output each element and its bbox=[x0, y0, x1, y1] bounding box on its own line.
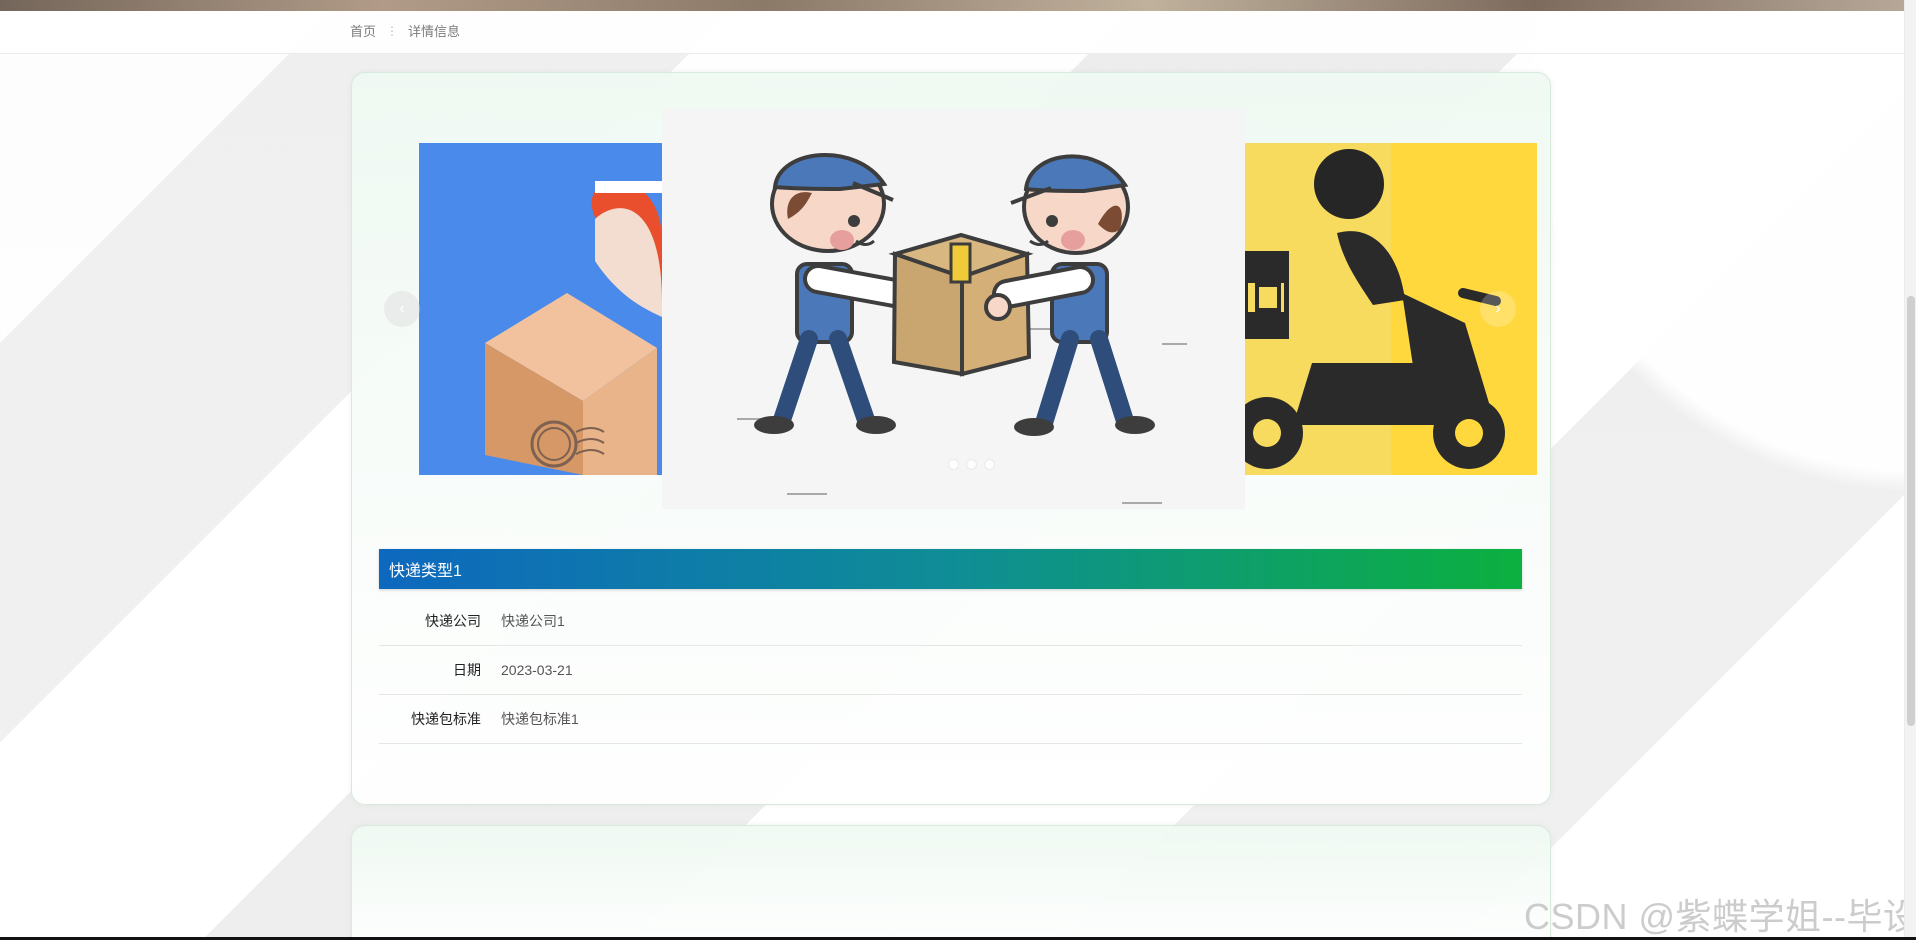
top-banner-strip bbox=[0, 0, 1916, 11]
carousel-dot-1[interactable] bbox=[948, 459, 959, 470]
carousel-slide-left[interactable] bbox=[419, 143, 662, 475]
carousel-slide-center[interactable] bbox=[662, 109, 1245, 509]
detail-title-bar: 快递类型1 bbox=[379, 549, 1522, 589]
company-label: 快递公司 bbox=[425, 613, 481, 629]
carousel-dot-2[interactable] bbox=[966, 459, 977, 470]
breadcrumb-current: 详情信息 bbox=[408, 24, 461, 39]
page-scrollbar[interactable] bbox=[1904, 0, 1916, 940]
delivery-box-illustration bbox=[419, 143, 662, 475]
carousel-indicators bbox=[948, 459, 995, 470]
breadcrumb-home-link[interactable]: 首页 bbox=[350, 21, 376, 40]
breadcrumb: 首页 ⋮ 详情信息 bbox=[350, 21, 460, 40]
carousel-prev-button[interactable]: ‹ bbox=[384, 291, 420, 327]
image-carousel[interactable]: ‹ › bbox=[379, 109, 1537, 509]
info-row-company: 快递公司 快递公司1 bbox=[379, 597, 1522, 646]
package-standard-value: 快递包标准1 bbox=[501, 711, 579, 727]
carousel-next-button[interactable]: › bbox=[1480, 291, 1516, 327]
scrollbar-thumb[interactable] bbox=[1907, 296, 1915, 726]
secondary-card bbox=[351, 825, 1551, 940]
carousel-dot-3[interactable] bbox=[984, 459, 995, 470]
chevron-left-icon: ‹ bbox=[399, 300, 405, 317]
package-standard-label: 快递包标准 bbox=[411, 711, 481, 727]
date-label: 日期 bbox=[453, 662, 481, 678]
header-bar bbox=[0, 11, 1904, 54]
breadcrumb-separator: ⋮ bbox=[386, 23, 399, 38]
couriers-carrying-box-illustration bbox=[662, 109, 1245, 509]
chevron-right-icon: › bbox=[1495, 300, 1501, 317]
info-row-date: 日期 2023-03-21 bbox=[379, 646, 1522, 695]
date-value: 2023-03-21 bbox=[501, 662, 573, 678]
detail-info-list: 快递公司 快递公司1 日期 2023-03-21 快递包标准 快递包标准1 bbox=[379, 597, 1522, 744]
info-row-package-standard: 快递包标准 快递包标准1 bbox=[379, 695, 1522, 744]
watermark: CSDN @紫蝶学姐--毕设 bbox=[1524, 896, 1916, 937]
detail-card: ‹ › 快递类型1 快递公司 快递公司1 日期 2023-03-21 快递包标准… bbox=[351, 72, 1551, 805]
company-value: 快递公司1 bbox=[501, 613, 565, 629]
detail-title: 快递类型1 bbox=[389, 563, 462, 580]
